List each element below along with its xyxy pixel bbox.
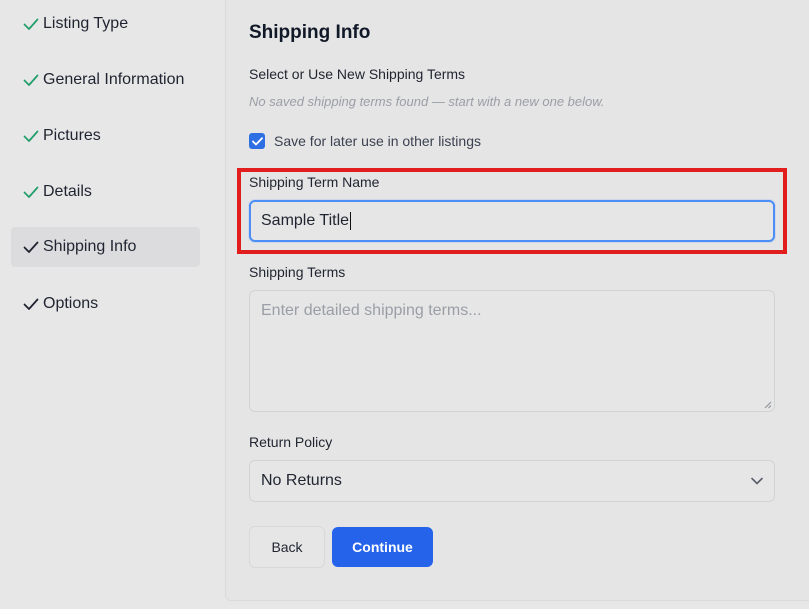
continue-button[interactable]: Continue — [332, 527, 433, 567]
checkmark-icon — [251, 136, 263, 145]
step-options[interactable]: Options — [11, 284, 200, 324]
shipping-term-name-value: Sample Title — [261, 212, 350, 229]
check-icon — [23, 296, 43, 312]
chevron-down-icon — [751, 477, 763, 485]
shipping-terms-textarea[interactable]: Enter detailed shipping terms... — [249, 290, 775, 412]
step-label: Shipping Info — [43, 238, 137, 255]
wizard-steps-sidebar: Listing Type General Information Picture… — [0, 0, 215, 609]
return-policy-value: No Returns — [261, 472, 342, 489]
check-icon — [23, 184, 43, 200]
return-policy-select[interactable]: No Returns — [249, 460, 775, 502]
check-icon — [23, 72, 43, 88]
save-for-later-checkbox[interactable] — [249, 133, 265, 149]
check-icon — [23, 128, 43, 144]
saved-terms-heading: Select or Use New Shipping Terms — [249, 66, 466, 82]
check-icon — [23, 16, 43, 32]
empty-saved-terms-hint: No saved shipping terms found — start wi… — [249, 94, 605, 109]
step-general-information[interactable]: General Information — [11, 60, 200, 100]
check-icon — [23, 239, 43, 255]
save-for-later-option[interactable]: Save for later use in other listings — [249, 133, 481, 149]
step-listing-type[interactable]: Listing Type — [11, 4, 200, 44]
text-caret — [350, 212, 352, 230]
step-label: General Information — [43, 71, 185, 88]
back-button[interactable]: Back — [249, 526, 325, 568]
resize-handle-icon[interactable] — [763, 400, 772, 409]
step-label: Listing Type — [43, 15, 129, 32]
shipping-terms-placeholder: Enter detailed shipping terms... — [261, 302, 482, 319]
shipping-terms-label: Shipping Terms — [249, 264, 346, 280]
shipping-term-name-input[interactable]: Sample Title — [249, 200, 775, 242]
step-label: Pictures — [43, 127, 101, 144]
step-label: Details — [43, 183, 92, 200]
step-label: Options — [43, 295, 99, 312]
shipping-term-name-label: Shipping Term Name — [249, 174, 380, 190]
return-policy-label: Return Policy — [249, 434, 333, 450]
save-for-later-label: Save for later use in other listings — [274, 133, 481, 149]
page-title: Shipping Info — [249, 22, 371, 43]
step-details[interactable]: Details — [11, 172, 200, 212]
step-pictures[interactable]: Pictures — [11, 116, 200, 156]
step-shipping-info[interactable]: Shipping Info — [11, 227, 200, 267]
